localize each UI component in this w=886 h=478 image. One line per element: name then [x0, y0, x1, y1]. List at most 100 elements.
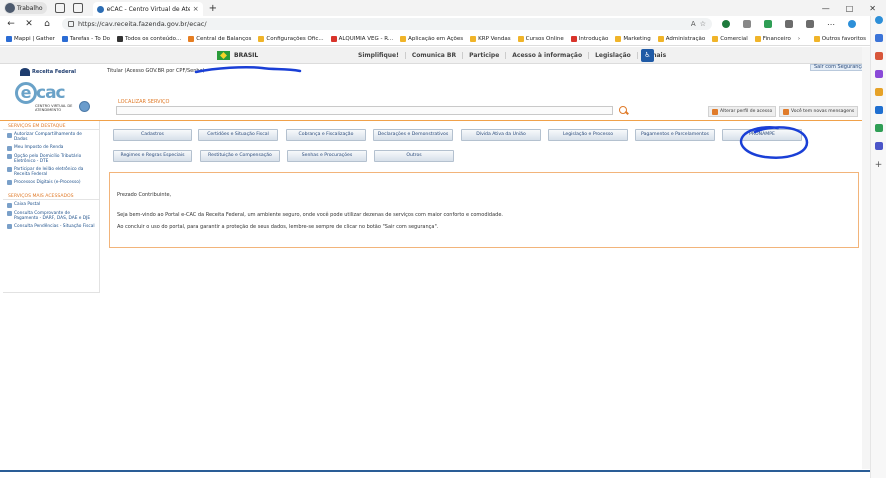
menu-cadastros[interactable]: Cadastros: [113, 129, 192, 141]
featured-service-label: Participar de leilão eletrônico da Recei…: [14, 166, 84, 177]
welcome-greeting: Prezado Contribuinte,: [117, 192, 172, 198]
most-accessed-item[interactable]: Consulta Comprovante de Pagamento - DARF…: [7, 211, 95, 221]
receita-federal-logo[interactable]: Receita Federal: [20, 68, 76, 76]
bookmark-item[interactable]: Introdução: [570, 35, 608, 42]
close-window-button[interactable]: ✕: [869, 4, 876, 13]
lock-icon: [68, 21, 74, 27]
bookmark-item[interactable]: Central de Balanços: [188, 35, 252, 42]
teams-sidebar-icon[interactable]: [874, 142, 883, 150]
exit-secure-button[interactable]: Sair com Segurança: [810, 64, 869, 71]
bookmark-item[interactable]: Aplicação em Ações: [400, 35, 463, 42]
bookmark-item[interactable]: Comercial: [712, 35, 748, 42]
gov-link-simplifique[interactable]: Simplifique!: [352, 52, 406, 59]
bookmark-item[interactable]: Administração: [657, 35, 705, 42]
bookmark-item[interactable]: Tarefas - To Do: [61, 35, 110, 42]
menu-certidoes[interactable]: Certidões e Situação Fiscal: [198, 129, 278, 141]
bookmark-item[interactable]: ALQUIMIA VEG - R...: [330, 35, 393, 42]
more-options-icon[interactable]: ⋯: [827, 20, 835, 29]
menu-declaracoes[interactable]: Declarações e Demonstrativos: [373, 129, 453, 141]
search-sidebar-icon[interactable]: [874, 34, 883, 42]
ecac-logo-subtitle: CENTRO VIRTUAL DE ATENDIMENTO: [35, 104, 73, 112]
change-profile-label: Alterar perfil de acesso: [720, 109, 773, 114]
bookmark-item[interactable]: Financeiro: [754, 35, 791, 42]
url-field[interactable]: https://cav.receita.fazenda.gov.br/ecac/…: [62, 18, 712, 30]
bookmark-icon: [188, 35, 195, 42]
menu-regimes[interactable]: Regimes e Regras Especiais: [113, 150, 192, 162]
page-scrollbar[interactable]: [862, 47, 870, 469]
menu-restituicao[interactable]: Restituição e Compensação: [200, 150, 280, 162]
most-accessed-item[interactable]: Caixa Postal: [7, 202, 95, 208]
bookmark-icon: [712, 35, 719, 42]
menu-cobranca[interactable]: Cobrança e Fiscalização: [286, 129, 366, 141]
accessibility-icon[interactable]: ♿: [641, 49, 654, 62]
featured-services-list: Autorizar Compartilhamento de Dados Meu …: [3, 130, 99, 191]
excel-sidebar-icon[interactable]: [874, 124, 883, 132]
menu-senhas[interactable]: Senhas e Procurações: [287, 150, 367, 162]
menu-pronampe[interactable]: PRONAMPE: [722, 129, 802, 141]
tab-close-icon[interactable]: ×: [193, 5, 199, 13]
tools-sidebar-icon[interactable]: [874, 70, 883, 78]
menu-divida-ativa[interactable]: Dívida Ativa da União: [461, 129, 541, 141]
screenshot-icon[interactable]: [806, 20, 814, 28]
accessibility-badge-icon[interactable]: [79, 101, 90, 112]
featured-service-item[interactable]: Autorizar Compartilhamento de Dados: [7, 132, 95, 142]
bookmark-icon: [330, 35, 337, 42]
gov-link-comunica[interactable]: Comunica BR: [406, 52, 464, 59]
extension-icon[interactable]: [722, 20, 730, 28]
read-aloud-icon[interactable]: A: [691, 20, 696, 28]
maximize-button[interactable]: □: [846, 4, 854, 13]
stop-button[interactable]: ✕: [22, 19, 36, 29]
gov-link-participe[interactable]: Participe: [463, 52, 507, 59]
minimize-button[interactable]: —: [822, 4, 830, 13]
bookmark-item[interactable]: Marketing: [615, 35, 651, 42]
bookmarks-more-icon[interactable]: ›: [798, 36, 800, 42]
favorite-star-icon[interactable]: ☆: [700, 20, 706, 28]
ecac-logo[interactable]: e cac CENTRO VIRTUAL DE ATENDIMENTO: [15, 82, 73, 116]
shopping-sidebar-icon[interactable]: [874, 52, 883, 60]
bookmark-item[interactable]: Configurações Ofic...: [258, 35, 324, 42]
bookmark-item[interactable]: KRP Vendas: [470, 35, 511, 42]
collections-icon[interactable]: [764, 20, 772, 28]
search-service-input[interactable]: [116, 106, 613, 115]
bookmark-label: Comercial: [720, 35, 748, 42]
gov-link-acesso[interactable]: Acesso à informação: [506, 52, 590, 59]
featured-service-item[interactable]: Opção pelo Domicílio Tributário Eletrôni…: [7, 154, 95, 164]
most-accessed-item[interactable]: Consulta Pendências - Situação Fiscal: [7, 224, 95, 229]
bookmark-label: KRP Vendas: [478, 35, 511, 42]
copilot-icon[interactable]: [848, 20, 856, 28]
bookmark-label: Mappi | Gather: [14, 35, 55, 42]
ecac-logo-e: e: [15, 82, 37, 104]
search-icon[interactable]: [619, 106, 627, 114]
service-icon: [7, 211, 12, 216]
copilot-sidebar-icon[interactable]: [874, 16, 883, 24]
menu-pagamentos[interactable]: Pagamentos e Parcelamentos: [635, 129, 715, 141]
menu-outros[interactable]: Outros: [374, 150, 454, 162]
bookmark-item[interactable]: Todos os conteúdo...: [117, 35, 181, 42]
back-button[interactable]: ←: [4, 19, 18, 29]
gov-brasil-link[interactable]: BRASIL: [217, 51, 258, 60]
workspaces-icon[interactable]: [54, 3, 65, 13]
outlook-sidebar-icon[interactable]: [874, 106, 883, 114]
profile-button[interactable]: Trabalho: [4, 2, 47, 14]
menu-legislacao[interactable]: Legislação e Processo: [548, 129, 628, 141]
favorites-icon[interactable]: [785, 20, 793, 28]
featured-service-item[interactable]: Meu Imposto de Renda: [7, 145, 95, 151]
featured-service-item[interactable]: Processos Digitais (e-Processo): [7, 180, 95, 185]
messages-button[interactable]: Você tem novas mensagens: [779, 106, 859, 117]
bookmark-item[interactable]: Mappi | Gather: [6, 35, 55, 42]
featured-service-item[interactable]: Participar de leilão eletrônico da Recei…: [7, 167, 95, 177]
bookmark-item[interactable]: Cursos Online: [517, 35, 564, 42]
gov-link-legislacao[interactable]: Legislação: [589, 52, 638, 59]
split-screen-icon[interactable]: [743, 20, 751, 28]
add-sidebar-icon[interactable]: +: [871, 160, 886, 170]
tab-ecac[interactable]: eCAC - Centro Virtual de Atendi ×: [92, 2, 203, 16]
tab-actions-icon[interactable]: [72, 3, 83, 13]
games-sidebar-icon[interactable]: [874, 88, 883, 96]
change-profile-button[interactable]: Alterar perfil de acesso: [708, 106, 777, 117]
new-tab-button[interactable]: +: [209, 3, 217, 14]
bookmark-label: Central de Balanços: [196, 35, 252, 42]
most-accessed-title: SERVIÇOS MAIS ACESSADOS: [3, 191, 99, 200]
other-favorites[interactable]: Outros favoritos: [813, 35, 866, 42]
service-icon: [7, 154, 12, 159]
home-button[interactable]: ⌂: [40, 19, 54, 29]
